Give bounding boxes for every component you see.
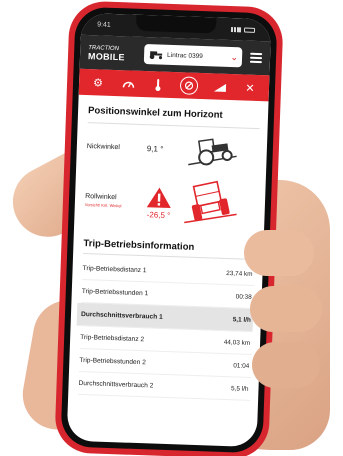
trip-row-value: 23,74 km: [226, 269, 253, 278]
trip-row-label: Durchschnittsverbrauch 2: [78, 379, 154, 390]
phone-bezel: 9:41 TRACTION MOBILE Lintrac 0399 ⌄ ⚙ ✕ …: [60, 6, 278, 454]
pitch-label: Nickwinkel: [86, 142, 121, 151]
tractor-front-icon: [184, 180, 237, 224]
phone-screen: 9:41 TRACTION MOBILE Lintrac 0399 ⌄ ⚙ ✕ …: [66, 12, 272, 448]
battery-icon: [243, 26, 256, 33]
pitch-row: Nickwinkel 9,1 °: [86, 126, 259, 172]
signal-icon: [230, 26, 242, 32]
fan-icon[interactable]: ✕: [242, 79, 259, 96]
trip-row-value: 01:04: [233, 361, 250, 370]
chevron-down-icon: ⌄: [230, 51, 239, 62]
angle-gauge-icon[interactable]: [179, 76, 199, 95]
tractor-icon: [149, 51, 163, 60]
phone-frame: 9:41 TRACTION MOBILE Lintrac 0399 ⌄ ⚙ ✕ …: [54, 0, 284, 456]
trip-row-value: 00:38: [235, 292, 252, 301]
roll-warning: -26,5 °: [134, 185, 183, 220]
speedometer-icon[interactable]: [120, 75, 137, 92]
main-content: Positionswinkel zum Horizont Nickwinkel …: [68, 95, 268, 401]
app-logo: TRACTION MOBILE: [88, 44, 137, 62]
angles-title: Positionswinkel zum Horizont: [87, 105, 223, 121]
roll-value: -26,5 °: [146, 209, 171, 220]
hamburger-menu-icon[interactable]: [249, 52, 263, 64]
trip-row[interactable]: Durchschnittsverbrauch 2 5,5 l/h: [78, 371, 251, 401]
roll-label: Rollwinkel: [84, 193, 117, 202]
tractor-side-icon: [188, 138, 237, 166]
notch: [135, 14, 217, 34]
vehicle-select[interactable]: Lintrac 0399 ⌄: [143, 44, 243, 68]
trip-row-label: Trip-Betriebsdistanz 1: [82, 264, 147, 274]
trip-row-value: 5,1 l/h: [232, 315, 252, 324]
trip-row-label: Trip-Betriebsdistanz 2: [80, 333, 145, 343]
warning-triangle-icon: [146, 187, 171, 208]
status-icons: [230, 26, 256, 33]
trip-row-value: 44,03 km: [223, 338, 251, 347]
hand-finger: [244, 230, 314, 276]
roll-row: Rollwinkel Vorsicht! Krit. Winkel -26,5 …: [84, 170, 258, 236]
trip-row-label: Trip-Betriebsstunden 1: [81, 287, 149, 297]
trip-list: Trip-Betriebsdistanz 1 23,74 km Trip-Bet…: [76, 257, 255, 401]
status-time: 9:41: [97, 20, 111, 29]
trip-row-label: Durchschnittsverbrauch 1: [80, 310, 163, 321]
vehicle-select-value: Lintrac 0399: [166, 51, 203, 60]
trip-title: Trip-Betriebsinformation: [83, 238, 195, 253]
trip-row-value: 5,5 l/h: [230, 384, 249, 393]
hand-finger: [252, 342, 320, 388]
hand-finger: [250, 286, 322, 332]
gear-icon[interactable]: ⚙: [90, 74, 107, 91]
roll-labels: Rollwinkel Vorsicht! Krit. Winkel: [85, 193, 135, 209]
pitch-value: 9,1 °: [146, 143, 164, 154]
slope-chart-icon[interactable]: [212, 78, 229, 95]
trip-row-label: Trip-Betriebsstunden 2: [79, 356, 146, 366]
roll-warning-text: Vorsicht! Krit. Winkel: [84, 202, 122, 209]
thermometer-icon[interactable]: [150, 76, 167, 93]
logo-bottom: MOBILE: [87, 51, 125, 63]
